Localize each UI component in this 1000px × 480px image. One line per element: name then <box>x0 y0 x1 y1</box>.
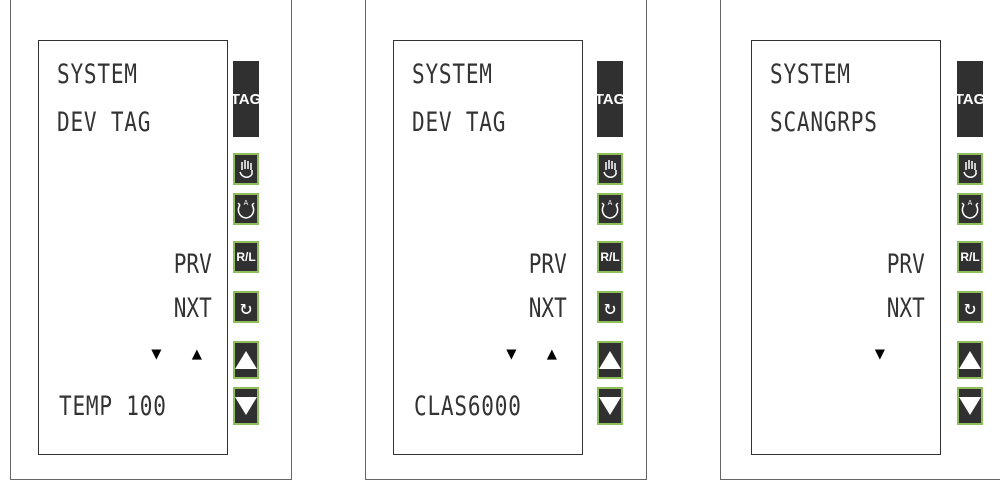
up-arrow-button[interactable] <box>957 341 983 379</box>
nav-arrows-indicator: ▼ ▲ <box>151 344 212 364</box>
lcd-line-1: SYSTEM <box>57 59 138 90</box>
rl-button-label: R/L <box>600 250 620 264</box>
lcd-line-1: SYSTEM <box>770 59 851 90</box>
lcd-line-2: SCANGRPS <box>770 107 878 138</box>
auto-mode-button[interactable]: A <box>957 193 983 225</box>
tag-button-label: TAG <box>230 90 262 108</box>
tag-button[interactable]: TAG <box>230 61 262 137</box>
hand-button[interactable] <box>957 153 983 185</box>
cycle-icon: ↻ <box>603 295 617 319</box>
up-arrow-icon <box>599 351 621 369</box>
nxt-softkey-label: NXT <box>173 293 212 324</box>
tag-button-label: TAG <box>954 90 986 108</box>
rl-button-label: R/L <box>236 250 256 264</box>
cycle-icon: ↻ <box>239 295 253 319</box>
down-arrow-icon <box>959 397 981 415</box>
up-arrow-icon <box>235 351 257 369</box>
tag-button-label: TAG <box>594 90 626 108</box>
hand-icon <box>603 160 617 178</box>
lcd-line-2: DEV TAG <box>412 107 507 138</box>
nav-arrows-indicator: ▼ ▲ <box>506 344 567 364</box>
lcd-line-1: SYSTEM <box>412 59 493 90</box>
down-arrow-button[interactable] <box>597 387 623 425</box>
nav-arrows-indicator: ▼ <box>874 344 895 364</box>
hand-button[interactable] <box>597 153 623 185</box>
device-panel-1: SYSTEM DEV TAG PRV NXT ▼ ▲ TEMP 100 TAG … <box>10 0 292 480</box>
prv-softkey-label: PRV <box>886 249 925 280</box>
lcd-bottom-line: TEMP 100 <box>59 391 167 422</box>
lcd-display: SYSTEM DEV TAG PRV NXT ▼ ▲ TEMP 100 <box>38 40 228 455</box>
prv-softkey-label: PRV <box>528 249 567 280</box>
nxt-softkey-label: NXT <box>886 293 925 324</box>
svg-text:A: A <box>244 200 249 207</box>
lcd-display: SYSTEM DEV TAG PRV NXT ▼ ▲ CLAS6000 <box>393 40 583 455</box>
svg-text:A: A <box>608 200 613 207</box>
cycle-button[interactable]: ↻ <box>597 291 623 323</box>
down-arrow-button[interactable] <box>233 387 259 425</box>
tag-button[interactable]: TAG <box>594 61 626 137</box>
auto-mode-icon: A <box>601 200 619 219</box>
auto-mode-icon: A <box>237 200 255 219</box>
up-arrow-icon <box>959 351 981 369</box>
hand-icon <box>963 160 977 178</box>
down-arrow-icon <box>235 397 257 415</box>
cycle-button[interactable]: ↻ <box>233 291 259 323</box>
device-panel-3: SYSTEM SCANGRPS PRV NXT ▼ TAG A R/L ↻ <box>720 0 1000 480</box>
lcd-line-2: DEV TAG <box>57 107 152 138</box>
auto-mode-button[interactable]: A <box>597 193 623 225</box>
up-arrow-button[interactable] <box>233 341 259 379</box>
rl-button-label: R/L <box>960 250 980 264</box>
auto-mode-button[interactable]: A <box>233 193 259 225</box>
rl-button[interactable]: R/L <box>597 241 623 273</box>
rl-button[interactable]: R/L <box>957 241 983 273</box>
svg-text:A: A <box>968 200 973 207</box>
cycle-icon: ↻ <box>963 295 977 319</box>
tag-button[interactable]: TAG <box>954 61 986 137</box>
lcd-bottom-line: CLAS6000 <box>414 391 522 422</box>
down-arrow-icon <box>599 397 621 415</box>
nxt-softkey-label: NXT <box>528 293 567 324</box>
cycle-button[interactable]: ↻ <box>957 291 983 323</box>
down-arrow-button[interactable] <box>957 387 983 425</box>
prv-softkey-label: PRV <box>173 249 212 280</box>
hand-button[interactable] <box>233 153 259 185</box>
lcd-display: SYSTEM SCANGRPS PRV NXT ▼ <box>751 40 941 455</box>
hand-icon <box>239 160 253 178</box>
auto-mode-icon: A <box>961 200 979 219</box>
rl-button[interactable]: R/L <box>233 241 259 273</box>
up-arrow-button[interactable] <box>597 341 623 379</box>
device-panel-2: SYSTEM DEV TAG PRV NXT ▼ ▲ CLAS6000 TAG … <box>365 0 647 480</box>
